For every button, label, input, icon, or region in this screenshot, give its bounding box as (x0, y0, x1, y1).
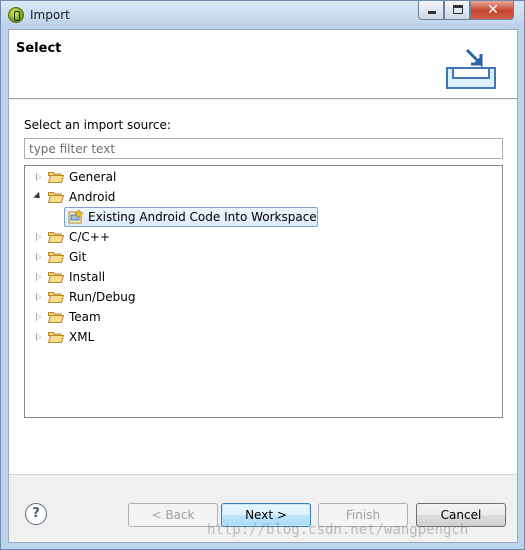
folder-icon (48, 172, 64, 183)
tree-item-git[interactable]: Git (25, 247, 502, 267)
folder-icon (48, 332, 64, 343)
expand-icon[interactable] (36, 313, 41, 321)
back-button[interactable]: < Back (128, 503, 218, 527)
tree-item-label: Install (69, 270, 106, 284)
tree-item-label: Git (69, 250, 87, 264)
tree-item-label: XML (69, 330, 95, 344)
tree-item-xml[interactable]: XML (25, 327, 502, 347)
expand-icon[interactable] (36, 293, 41, 301)
tree-item-label: General (69, 170, 117, 184)
dialog-content: Select an import source: General Android (9, 100, 517, 474)
tree-item-install[interactable]: Install (25, 267, 502, 287)
minimize-icon (428, 11, 436, 14)
tree-item-label: Android (69, 190, 116, 204)
filter-input[interactable] (24, 138, 503, 159)
tree-item-run-debug[interactable]: Run/Debug (25, 287, 502, 307)
tree-item-cpp[interactable]: C/C++ (25, 227, 502, 247)
tree-item-existing-android-code[interactable]: Existing Android Code Into Workspace (25, 207, 502, 227)
folder-open-icon (48, 192, 64, 203)
eclipse-icon (8, 7, 24, 23)
expand-icon[interactable] (36, 333, 41, 341)
close-button[interactable]: ✕ (470, 1, 514, 20)
tree-item-label: Team (69, 310, 101, 324)
import-tray-icon (446, 48, 496, 89)
collapse-icon[interactable] (33, 191, 43, 202)
minimize-button[interactable] (418, 1, 444, 20)
folder-icon (48, 312, 64, 323)
watermark-text: http://blog.csdn.net/wangpengch (207, 522, 469, 538)
maximize-icon (453, 5, 463, 14)
help-icon[interactable]: ? (25, 503, 47, 525)
footer-divider (9, 474, 517, 475)
android-project-icon (68, 209, 84, 224)
import-dialog: Import ✕ Select Select an import source: (0, 0, 525, 550)
dialog-header: Select (9, 30, 517, 99)
tree-item-label: C/C++ (69, 230, 110, 244)
expand-icon[interactable] (36, 173, 41, 181)
expand-icon[interactable] (36, 233, 41, 241)
dialog-client-area: Select Select an import source: General (8, 29, 518, 543)
folder-icon (48, 232, 64, 243)
import-source-tree[interactable]: General Android Existing Android Code In… (24, 165, 503, 418)
tree-item-android[interactable]: Android (25, 187, 502, 207)
tree-item-team[interactable]: Team (25, 307, 502, 327)
folder-icon (48, 272, 64, 283)
close-icon: ✕ (487, 2, 499, 18)
page-title: Select (16, 41, 62, 56)
tree-item-label: Existing Android Code Into Workspace (88, 210, 317, 224)
import-source-label: Select an import source: (24, 118, 171, 132)
tree-item-label: Run/Debug (69, 290, 136, 304)
window-title: Import (30, 8, 70, 22)
expand-icon[interactable] (36, 253, 41, 261)
folder-icon (48, 292, 64, 303)
tree-item-general[interactable]: General (25, 167, 502, 187)
expand-icon[interactable] (36, 273, 41, 281)
title-bar[interactable]: Import ✕ (1, 1, 524, 29)
folder-icon (48, 252, 64, 263)
maximize-button[interactable] (444, 1, 470, 20)
